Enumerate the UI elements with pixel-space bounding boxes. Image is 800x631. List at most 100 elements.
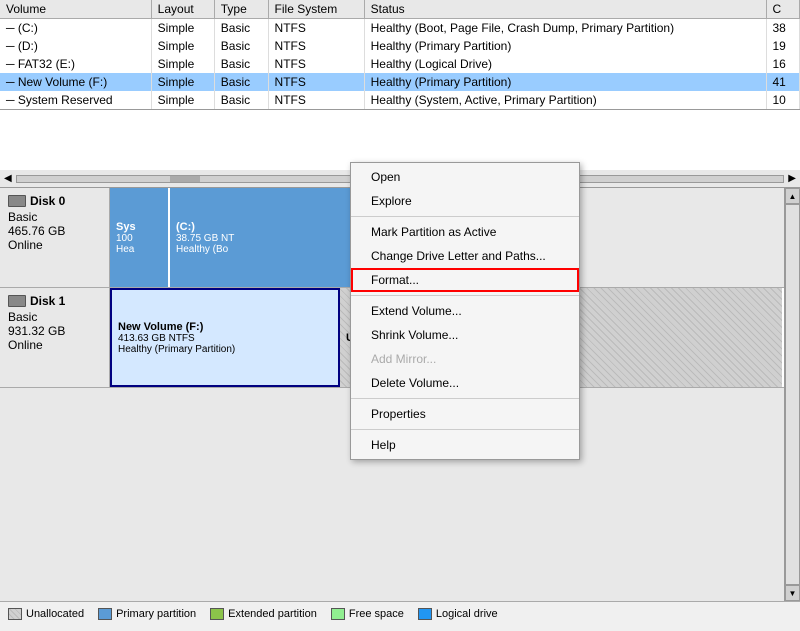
legend-unallocated-label: Unallocated [26,608,84,620]
legend-logical: Logical drive [418,608,498,620]
disk0-sysreserved[interactable]: Sys 100 Hea [110,188,170,287]
cell-layout: Simple [151,55,214,73]
cell-layout: Simple [151,73,214,91]
table-row[interactable]: ─ (C:) Simple Basic NTFS Healthy (Boot, … [0,19,800,38]
disk0-cdrive-sub2: Healthy (Bo [176,244,362,255]
disk0-size: 465.76 GB [8,224,101,238]
legend-free-label: Free space [349,608,404,620]
disk1-status: Online [8,338,101,352]
scroll-left-arrow[interactable]: ◀ [4,173,12,184]
disk0-status: Online [8,238,101,252]
legend-extended-color [210,608,224,620]
table-row[interactable]: ─ FAT32 (E:) Simple Basic NTFS Healthy (… [0,55,800,73]
disk1-newvolume[interactable]: New Volume (F:) 413.63 GB NTFS Healthy (… [110,288,340,387]
disk0-sysreserved-title: Sys [116,221,162,233]
context-menu-item-extend-volume---[interactable]: Extend Volume... [351,299,579,323]
scroll-down-button[interactable]: ▼ [785,585,800,601]
disk0-label: Disk 0 Basic 465.76 GB Online [0,188,110,287]
scroll-right-arrow[interactable]: ▶ [788,173,796,184]
cell-status: Healthy (Primary Partition) [364,73,766,91]
legend-primary-color [98,608,112,620]
disk0-icon: Disk 0 [8,194,101,208]
scroll-thumb[interactable] [170,176,200,182]
cell-cap: 19 [766,37,800,55]
col-volume[interactable]: Volume [0,0,151,19]
context-menu-separator [351,398,579,399]
disk1-type: Basic [8,310,101,324]
disk-list-panel: Volume Layout Type File System Status C … [0,0,800,170]
vertical-scrollbar[interactable]: ▲ ▼ [784,188,800,601]
context-menu-item-explore[interactable]: Explore [351,189,579,213]
context-menu-item-mark-partition-as-active[interactable]: Mark Partition as Active [351,220,579,244]
cell-layout: Simple [151,19,214,38]
table-row[interactable]: ─ (D:) Simple Basic NTFS Healthy (Primar… [0,37,800,55]
cell-layout: Simple [151,91,214,109]
legend-primary-label: Primary partition [116,608,196,620]
disk0-cdrive-sub1: 38.75 GB NT [176,233,362,244]
cell-status: Healthy (Boot, Page File, Crash Dump, Pr… [364,19,766,38]
context-menu: OpenExplore Mark Partition as ActiveChang… [350,162,580,460]
context-menu-separator [351,216,579,217]
cell-fs: NTFS [268,91,364,109]
context-menu-item-delete-volume---[interactable]: Delete Volume... [351,371,579,395]
disk1-label: Disk 1 Basic 931.32 GB Online [0,288,110,387]
disk1-size: 931.32 GB [8,324,101,338]
legend-bar: Unallocated Primary partition Extended p… [0,601,800,625]
legend-extended: Extended partition [210,608,317,620]
disk0-cdrive[interactable]: (C:) 38.75 GB NT Healthy (Bo [170,188,370,287]
legend-unallocated: Unallocated [8,608,84,620]
table-row[interactable]: ─ System Reserved Simple Basic NTFS Heal… [0,91,800,109]
col-type[interactable]: Type [214,0,268,19]
legend-free-color [331,608,345,620]
cell-status: Healthy (Logical Drive) [364,55,766,73]
cell-type: Basic [214,55,268,73]
context-menu-separator [351,295,579,296]
disk1-icon: Disk 1 [8,294,101,308]
context-menu-separator [351,429,579,430]
volume-table: Volume Layout Type File System Status C … [0,0,800,110]
legend-free: Free space [331,608,404,620]
context-menu-item-add-mirror---: Add Mirror... [351,347,579,371]
context-menu-item-help[interactable]: Help [351,433,579,457]
cell-type: Basic [214,91,268,109]
cell-layout: Simple [151,37,214,55]
cell-type: Basic [214,37,268,55]
scroll-vertical-track[interactable] [785,204,800,585]
cell-cap: 10 [766,91,800,109]
disk1-newvolume-sub2: Healthy (Primary Partition) [118,344,332,355]
cell-fs: NTFS [268,55,364,73]
cell-cap: 16 [766,55,800,73]
context-menu-item-open[interactable]: Open [351,165,579,189]
cell-status: Healthy (System, Active, Primary Partiti… [364,91,766,109]
cell-volume: ─ (D:) [0,37,151,55]
legend-extended-label: Extended partition [228,608,317,620]
disk0-cdrive-title: (C:) [176,221,362,233]
col-filesystem[interactable]: File System [268,0,364,19]
cell-cap: 38 [766,19,800,38]
scroll-up-button[interactable]: ▲ [785,188,800,204]
cell-cap: 41 [766,73,800,91]
col-status[interactable]: Status [364,0,766,19]
context-menu-item-format---[interactable]: Format... [351,268,579,292]
col-cap[interactable]: C [766,0,800,19]
context-menu-item-change-drive-letter-and-paths---[interactable]: Change Drive Letter and Paths... [351,244,579,268]
disk1-newvolume-title: New Volume (F:) [118,321,332,333]
context-menu-item-shrink-volume---[interactable]: Shrink Volume... [351,323,579,347]
col-layout[interactable]: Layout [151,0,214,19]
disk0-sysreserved-sub2: Hea [116,244,162,255]
disk0-name: Disk 0 [30,194,65,208]
cell-volume: ─ System Reserved [0,91,151,109]
cell-fs: NTFS [268,19,364,38]
context-menu-item-properties[interactable]: Properties [351,402,579,426]
table-row[interactable]: ─ New Volume (F:) Simple Basic NTFS Heal… [0,73,800,91]
legend-logical-label: Logical drive [436,608,498,620]
cell-fs: NTFS [268,37,364,55]
cell-status: Healthy (Primary Partition) [364,37,766,55]
cell-fs: NTFS [268,73,364,91]
cell-volume: ─ New Volume (F:) [0,73,151,91]
disk1-name: Disk 1 [30,294,65,308]
cell-type: Basic [214,19,268,38]
cell-volume: ─ FAT32 (E:) [0,55,151,73]
disk0-sysreserved-sub1: 100 [116,233,162,244]
disk0-type: Basic [8,210,101,224]
